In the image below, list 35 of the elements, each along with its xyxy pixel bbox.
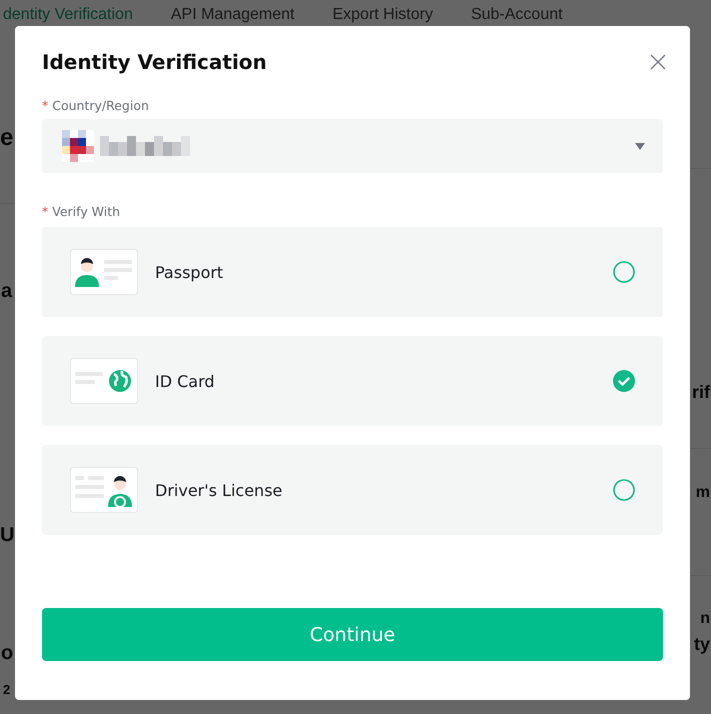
driver-license-icon bbox=[70, 467, 138, 513]
tab[interactable]: Sub-Account bbox=[470, 5, 563, 24]
passport-card-icon bbox=[70, 249, 138, 295]
page-text: o bbox=[1, 642, 14, 665]
tab[interactable]: API Management bbox=[170, 5, 294, 24]
page-text: ty bbox=[694, 634, 710, 655]
option-label: Passport bbox=[155, 262, 224, 282]
page-text: 2 bbox=[3, 683, 10, 698]
dropdown-caret-icon[interactable] bbox=[635, 142, 645, 150]
page-text: rif bbox=[692, 382, 710, 403]
id-card-icon bbox=[70, 358, 138, 404]
tab[interactable]: dentity Verification bbox=[3, 5, 133, 24]
page-text: n bbox=[700, 610, 710, 628]
country-select[interactable] bbox=[42, 119, 663, 173]
flag-icon bbox=[62, 130, 94, 162]
dialog-title: Identity Verification bbox=[42, 50, 267, 74]
option-card[interactable]: Driver's License bbox=[42, 445, 663, 535]
radio-checked-icon[interactable] bbox=[613, 370, 635, 392]
option-card[interactable]: ID Card bbox=[42, 336, 663, 426]
option-card[interactable]: Passport bbox=[42, 227, 663, 317]
page-text: m bbox=[696, 484, 710, 502]
close-icon[interactable] bbox=[650, 54, 666, 70]
required-asterisk: * bbox=[42, 204, 48, 219]
page-text: e bbox=[0, 124, 14, 152]
page-text: a bbox=[1, 280, 12, 303]
tab[interactable]: Export History bbox=[332, 5, 433, 24]
option-label: Driver's License bbox=[155, 480, 284, 500]
required-asterisk: * bbox=[42, 98, 48, 113]
radio-button[interactable] bbox=[613, 479, 635, 501]
page-text: U bbox=[0, 524, 14, 547]
continue-button[interactable]: Continue bbox=[42, 608, 663, 661]
field-label: Verify With bbox=[52, 204, 120, 219]
radio-button[interactable] bbox=[613, 261, 635, 283]
option-label: ID Card bbox=[155, 372, 216, 390]
field-label: Country/Region bbox=[52, 98, 149, 113]
